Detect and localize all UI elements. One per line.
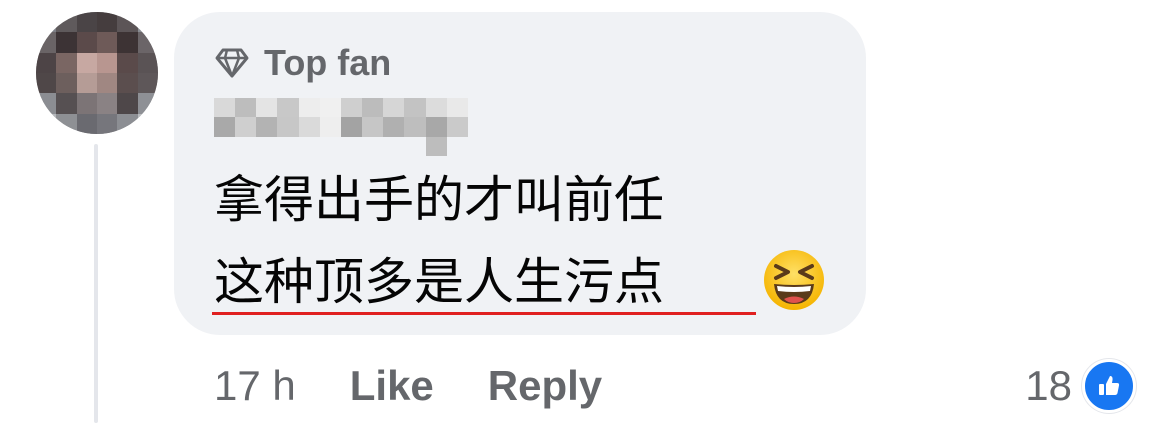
reaction-count: 18 bbox=[1025, 362, 1072, 409]
timestamp[interactable]: 17 h bbox=[214, 362, 296, 410]
thread-line bbox=[94, 144, 98, 423]
top-fan-badge[interactable]: Top fan bbox=[214, 40, 391, 86]
avatar[interactable] bbox=[36, 12, 158, 134]
diamond-icon bbox=[214, 47, 250, 79]
commenter-name[interactable] bbox=[214, 98, 468, 156]
grinning-squinting-face-icon bbox=[762, 248, 826, 312]
reaction-summary[interactable]: 18 bbox=[1025, 356, 1136, 416]
red-underline bbox=[212, 312, 756, 315]
comment-text-line-2: 这种顶多是人生污点 bbox=[214, 253, 664, 311]
comment-actions: 17 h Like Reply bbox=[214, 356, 656, 416]
comment-text-line-1: 拿得出手的才叫前任 bbox=[214, 171, 664, 229]
like-button[interactable]: Like bbox=[350, 362, 434, 410]
reply-button[interactable]: Reply bbox=[488, 362, 602, 410]
badge-label: Top fan bbox=[264, 42, 392, 83]
like-thumb-icon bbox=[1082, 359, 1136, 413]
